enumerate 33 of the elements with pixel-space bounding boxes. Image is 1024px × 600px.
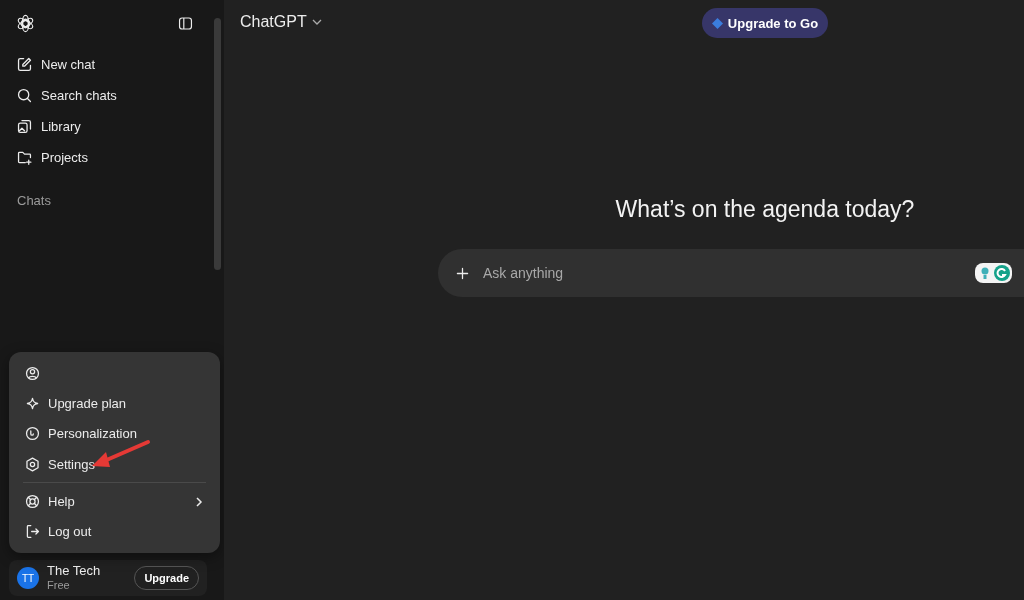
avatar: TT — [17, 567, 39, 589]
sidebar-item[interactable]: New chat — [10, 52, 200, 76]
logout-icon — [24, 523, 41, 541]
composer-bar[interactable]: Ask anything — [438, 249, 1024, 297]
sidebar-toggle-icon[interactable] — [177, 14, 194, 32]
greeting-heading: What’s on the agenda today? — [615, 196, 915, 223]
menu-item[interactable]: Upgrade plan — [15, 388, 214, 419]
settings-icon — [24, 455, 41, 473]
images-icon — [16, 117, 33, 135]
extension-badge-icon[interactable] — [975, 263, 1012, 283]
diamond-icon — [711, 17, 723, 29]
scrollbar-thumb[interactable] — [214, 18, 221, 270]
sidebar-item[interactable]: Search chats — [10, 83, 200, 107]
sidebar-item[interactable]: Library — [10, 114, 200, 138]
search-icon — [16, 86, 33, 104]
sidebar-item[interactable]: Projects — [10, 145, 200, 169]
model-selector[interactable]: ChatGPT — [240, 13, 323, 31]
upgrade-to-go-button[interactable]: Upgrade to Go — [701, 8, 829, 38]
logo-icon[interactable] — [16, 13, 35, 33]
plan-label: Free — [47, 578, 71, 592]
dial-icon — [24, 425, 41, 443]
prompt-field[interactable]: Ask anything — [481, 264, 1024, 282]
profile-icon — [24, 364, 41, 382]
section-label: Chats — [17, 193, 52, 208]
upgrade-button[interactable]: Upgrade — [134, 566, 199, 590]
menu-item[interactable]: Settings — [15, 449, 214, 480]
user-name: The Tech — [47, 564, 102, 578]
menu-item[interactable]: Personalization — [15, 418, 214, 450]
sparkle-icon — [24, 395, 41, 412]
menu-item[interactable]: Log out — [15, 516, 214, 548]
menu-item[interactable]: Help — [15, 486, 214, 517]
lifebuoy-icon — [24, 493, 41, 511]
edit-icon — [16, 55, 33, 73]
